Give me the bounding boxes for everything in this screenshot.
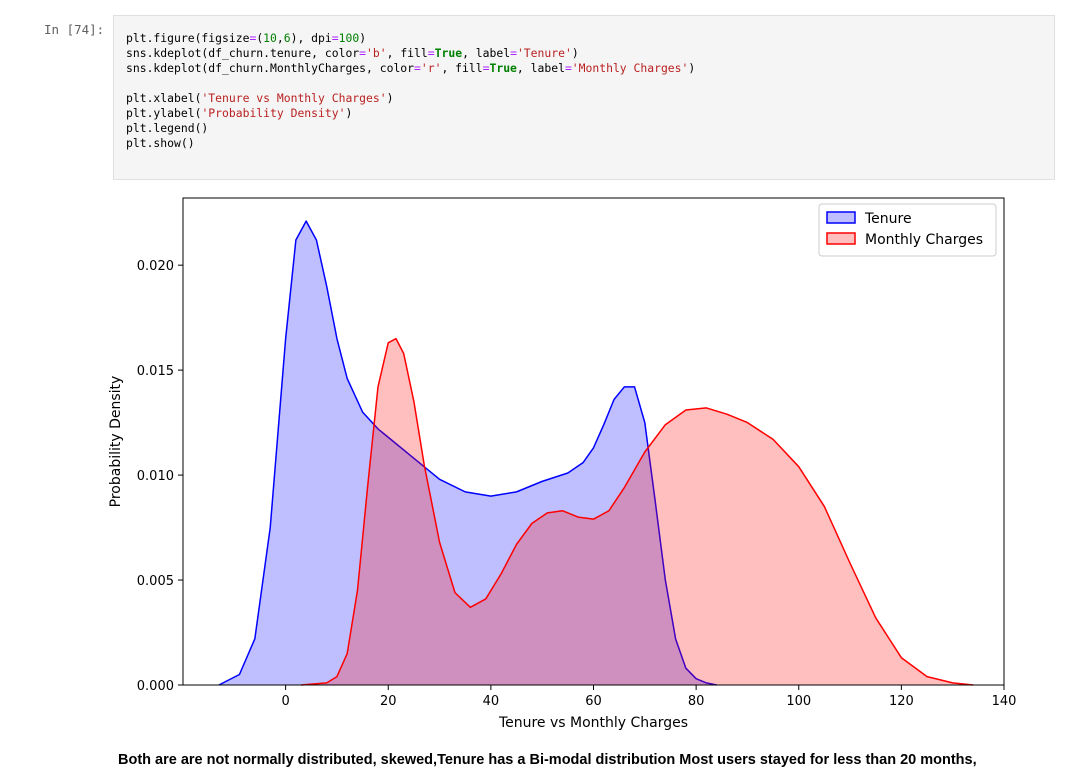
y-axis-label: Probability Density [108,376,124,508]
code-token: 6 [283,31,291,45]
code-token: , fill [441,61,483,75]
y-tick-label: 0.015 [137,364,174,379]
code-token: sns.kdeplot(df_churn.MonthlyCharges, col… [126,61,415,75]
code-token: 'Probability Density' [201,106,346,120]
x-tick-label: 60 [585,694,602,709]
x-tick-label: 140 [992,694,1017,709]
code-token: True [434,46,463,60]
y-tick-label: 0.010 [137,469,174,484]
code-token: ) [345,106,353,120]
code-editor[interactable]: plt.figure(figsize=(10,6), dpi=100) sns.k… [126,31,695,151]
x-tick-label: 40 [483,694,500,709]
code-token: 'r' [420,61,442,75]
code-token: 'b' [366,46,387,60]
code-line: plt.figure(figsize=(10,6), dpi=100) [126,31,695,46]
legend-label-1: Monthly Charges [865,232,983,248]
series-area-1 [301,338,974,685]
code-token: sns.kdeplot(df_churn.tenure, color [126,46,360,60]
analysis-note: Both are are not normally distributed, s… [118,752,977,768]
code-token: 'Monthly Charges' [571,61,689,75]
code-token: 100 [338,31,360,45]
legend-label-0: Tenure [864,211,912,227]
x-tick-label: 120 [889,694,914,709]
code-token: plt.legend() [126,121,209,135]
code-token: = [331,31,339,45]
code-token: , label [516,61,565,75]
code-token: ) [359,31,367,45]
x-tick-label: 20 [380,694,397,709]
kde-chart: 0 20 40 60 80 100 120 140 0.000 0.005 0.010 0.015 0.… [108,197,1017,731]
x-axis-label: Tenure vs Monthly Charges [498,715,688,731]
code-line: plt.xlabel('Tenure vs Monthly Charges') [126,91,695,106]
legend-swatch-0 [826,211,856,224]
legend-swatch-1 [826,232,856,245]
y-tick-label: 0.005 [137,574,174,589]
code-line: plt.ylabel('Probability Density') [126,106,695,121]
code-token: plt.ylabel( [126,106,202,120]
code-token: = [359,46,367,60]
code-cell[interactable]: plt.figure(figsize=(10,6), dpi=100) sns.k… [113,15,1055,180]
code-token: True [489,61,517,75]
code-token: 'Tenure' [516,46,572,60]
code-token: = [427,46,435,60]
y-tick-label: 0.020 [137,259,174,274]
cell-prompt: In [74]: [44,22,105,37]
code-token: ) [571,46,579,60]
x-tick-label: 100 [786,694,811,709]
code-token: , fill [386,46,428,60]
x-tick-label: 0 [281,694,289,709]
code-token: plt.xlabel( [126,91,202,105]
code-token: ) [386,91,394,105]
code-token: 10 [263,31,277,45]
code-token: ) [688,61,696,75]
y-tick-label: 0.000 [137,679,174,694]
code-token: , label [462,46,511,60]
code-token: plt.show() [126,136,195,150]
code-token: = [510,46,517,60]
code-token: = [414,61,421,75]
code-line: plt.show() [126,136,695,151]
code-token: ), dpi [290,31,332,45]
code-token: , [276,31,284,45]
code-token: plt.figure(figsize [126,31,250,45]
x-tick-label: 80 [688,694,705,709]
code-token: = [564,61,572,75]
code-line: sns.kdeplot(df_churn.MonthlyCharges, col… [126,61,695,76]
code-token: 'Tenure vs Monthly Charges' [201,91,387,105]
code-line: sns.kdeplot(df_churn.tenure, color='b', … [126,46,695,61]
code-line: plt.legend() [126,121,695,136]
